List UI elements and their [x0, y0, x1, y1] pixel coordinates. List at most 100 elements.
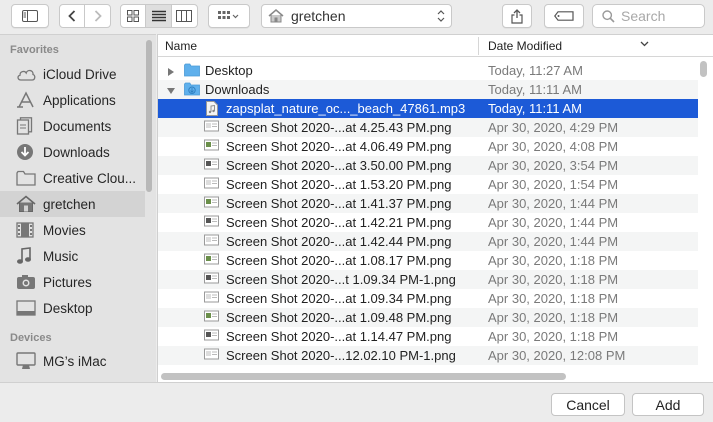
- name-column-header[interactable]: Name: [165, 39, 197, 53]
- add-button[interactable]: Add: [632, 393, 704, 416]
- file-row[interactable]: Screen Shot 2020-...at 1.53.20 PM.png Apr…: [158, 175, 698, 194]
- location-popup[interactable]: gretchen: [261, 4, 452, 28]
- file-date: Apr 30, 2020, 4:29 PM: [488, 120, 619, 135]
- downloads-icon: [16, 142, 38, 162]
- file-row[interactable]: Screen Shot 2020-...at 1.41.37 PM.png Apr…: [158, 194, 698, 213]
- forward-button[interactable]: [85, 5, 110, 27]
- file-name: Screen Shot 2020-...at 4.25.43 PM.png: [226, 120, 452, 135]
- disclosure-collapsed-icon[interactable]: [166, 65, 176, 80]
- devices-heading: Devices: [10, 332, 52, 344]
- sidebar-item-movies[interactable]: Movies: [0, 217, 145, 243]
- file-name: Screen Shot 2020-...at 1.14.47 PM.png: [226, 329, 452, 344]
- file-date: Apr 30, 2020, 1:44 PM: [488, 215, 619, 230]
- sidebar-icon: [22, 10, 38, 22]
- file-date: Apr 30, 2020, 12:08 PM: [488, 348, 626, 363]
- sidebar-item-pictures[interactable]: Pictures: [0, 269, 145, 295]
- pictures-icon: [16, 272, 38, 292]
- sidebar-toggle-button[interactable]: [11, 4, 49, 28]
- file-row[interactable]: Screen Shot 2020-...at 4.25.43 PM.png Apr…: [158, 118, 698, 137]
- image-file-icon: [204, 348, 219, 363]
- horizontal-scrollbar[interactable]: [161, 373, 566, 380]
- cancel-button[interactable]: Cancel: [551, 393, 625, 416]
- movies-icon: [16, 220, 38, 240]
- chevron-down-icon[interactable]: [640, 41, 649, 47]
- file-date: Apr 30, 2020, 1:18 PM: [488, 291, 619, 306]
- file-row[interactable]: Screen Shot 2020-...12.02.10 PM-1.png Apr…: [158, 346, 698, 365]
- share-button[interactable]: [502, 4, 532, 28]
- disclosure-expanded-icon[interactable]: [166, 84, 176, 99]
- file-row[interactable]: Screen Shot 2020-...t 1.09.34 PM-1.png Ap…: [158, 270, 698, 289]
- sidebar-item-applications[interactable]: Applications: [0, 87, 145, 113]
- nav-buttons: [59, 4, 111, 28]
- sidebar-item-label: Music: [43, 248, 79, 264]
- sidebar-item-music[interactable]: Music: [0, 243, 145, 269]
- sidebar-item-imac[interactable]: MG’s iMac: [0, 348, 145, 374]
- file-row[interactable]: Screen Shot 2020-...at 1.42.44 PM.png Apr…: [158, 232, 698, 251]
- search-field[interactable]: Search: [592, 4, 705, 28]
- sidebar-item-icloud-drive[interactable]: iCloud Drive: [0, 61, 145, 87]
- file-name: Screen Shot 2020-...at 1.08.17 PM.png: [226, 253, 452, 268]
- file-name: Screen Shot 2020-...at 3.50.00 PM.png: [226, 158, 452, 173]
- file-date: Apr 30, 2020, 3:54 PM: [488, 158, 619, 173]
- file-date: Apr 30, 2020, 1:18 PM: [488, 272, 619, 287]
- file-row[interactable]: Screen Shot 2020-...at 1.08.17 PM.png Apr…: [158, 251, 698, 270]
- sidebar-item-desktop[interactable]: Desktop: [0, 295, 145, 321]
- sidebar-item-label: Applications: [43, 92, 116, 108]
- file-row[interactable]: zapsplat_nature_oc..._beach_47861.mp3 Tod…: [158, 99, 698, 118]
- location-label: gretchen: [291, 8, 346, 24]
- folder-row[interactable]: Desktop Today, 11:27 AM: [158, 61, 698, 80]
- group-by-button[interactable]: [208, 4, 250, 28]
- applications-icon: [16, 90, 38, 110]
- list-icon: [151, 10, 166, 22]
- file-row[interactable]: Screen Shot 2020-...at 1.42.21 PM.png Apr…: [158, 213, 698, 232]
- sidebar-item-downloads[interactable]: Downloads: [0, 139, 145, 165]
- favorites-heading: Favorites: [10, 44, 59, 56]
- file-row[interactable]: Screen Shot 2020-...at 3.50.00 PM.png Apr…: [158, 156, 698, 175]
- file-date: Apr 30, 2020, 1:44 PM: [488, 196, 619, 211]
- image-file-icon: [204, 253, 219, 268]
- image-file-icon: [204, 310, 219, 325]
- sidebar-item-label: iCloud Drive: [43, 66, 117, 82]
- folder-row[interactable]: Downloads Today, 11:11 AM: [158, 80, 698, 99]
- image-file-icon: [204, 272, 219, 287]
- icon-view-button[interactable]: [121, 5, 147, 27]
- file-name: zapsplat_nature_oc..._beach_47861.mp3: [226, 101, 466, 116]
- sidebar-item-label: Desktop: [43, 300, 93, 316]
- date-column-header[interactable]: Date Modified: [488, 39, 562, 53]
- music-icon: [16, 246, 38, 266]
- sidebar-scrollbar[interactable]: [146, 40, 152, 192]
- file-row[interactable]: Screen Shot 2020-...at 1.09.48 PM.png Apr…: [158, 308, 698, 327]
- chevron-updown-icon: [437, 10, 445, 22]
- share-icon: [511, 8, 523, 24]
- sidebar-item-gretchen[interactable]: gretchen: [0, 191, 145, 217]
- image-file-icon: [204, 196, 219, 211]
- image-file-icon: [204, 291, 219, 306]
- image-file-icon: [204, 158, 219, 173]
- list-view-button[interactable]: [146, 5, 172, 27]
- image-file-icon: [204, 177, 219, 192]
- tags-button[interactable]: [544, 4, 584, 28]
- file-date: Apr 30, 2020, 1:44 PM: [488, 234, 619, 249]
- image-file-icon: [204, 139, 219, 154]
- sidebar-item-label: MG’s iMac: [43, 353, 107, 369]
- sidebar-item-label: Creative Clou...: [43, 170, 137, 186]
- sidebar: Favorites iCloud Drive Applications Docu…: [0, 34, 156, 382]
- file-row[interactable]: Screen Shot 2020-...at 1.14.47 PM.png Apr…: [158, 327, 698, 346]
- column-view-button[interactable]: [172, 5, 197, 27]
- file-row[interactable]: Screen Shot 2020-...at 1.09.34 PM.png Apr…: [158, 289, 698, 308]
- column-divider[interactable]: [478, 37, 479, 55]
- back-button[interactable]: [60, 5, 86, 27]
- file-row[interactable]: Screen Shot 2020-...at 4.06.49 PM.png Apr…: [158, 137, 698, 156]
- file-date: Apr 30, 2020, 1:18 PM: [488, 329, 619, 344]
- vertical-scrollbar[interactable]: [700, 61, 707, 77]
- sidebar-item-documents[interactable]: Documents: [0, 113, 145, 139]
- chevron-right-icon: [94, 10, 102, 22]
- file-date: Today, 11:11 AM: [488, 82, 582, 97]
- tag-icon: [554, 11, 574, 21]
- grid-icon: [127, 10, 140, 22]
- sidebar-item-creative-cloud[interactable]: Creative Clou...: [0, 165, 145, 191]
- file-date: Apr 30, 2020, 1:54 PM: [488, 177, 619, 192]
- home-icon: [16, 194, 38, 214]
- image-file-icon: [204, 215, 219, 230]
- file-name: Screen Shot 2020-...at 1.42.44 PM.png: [226, 234, 452, 249]
